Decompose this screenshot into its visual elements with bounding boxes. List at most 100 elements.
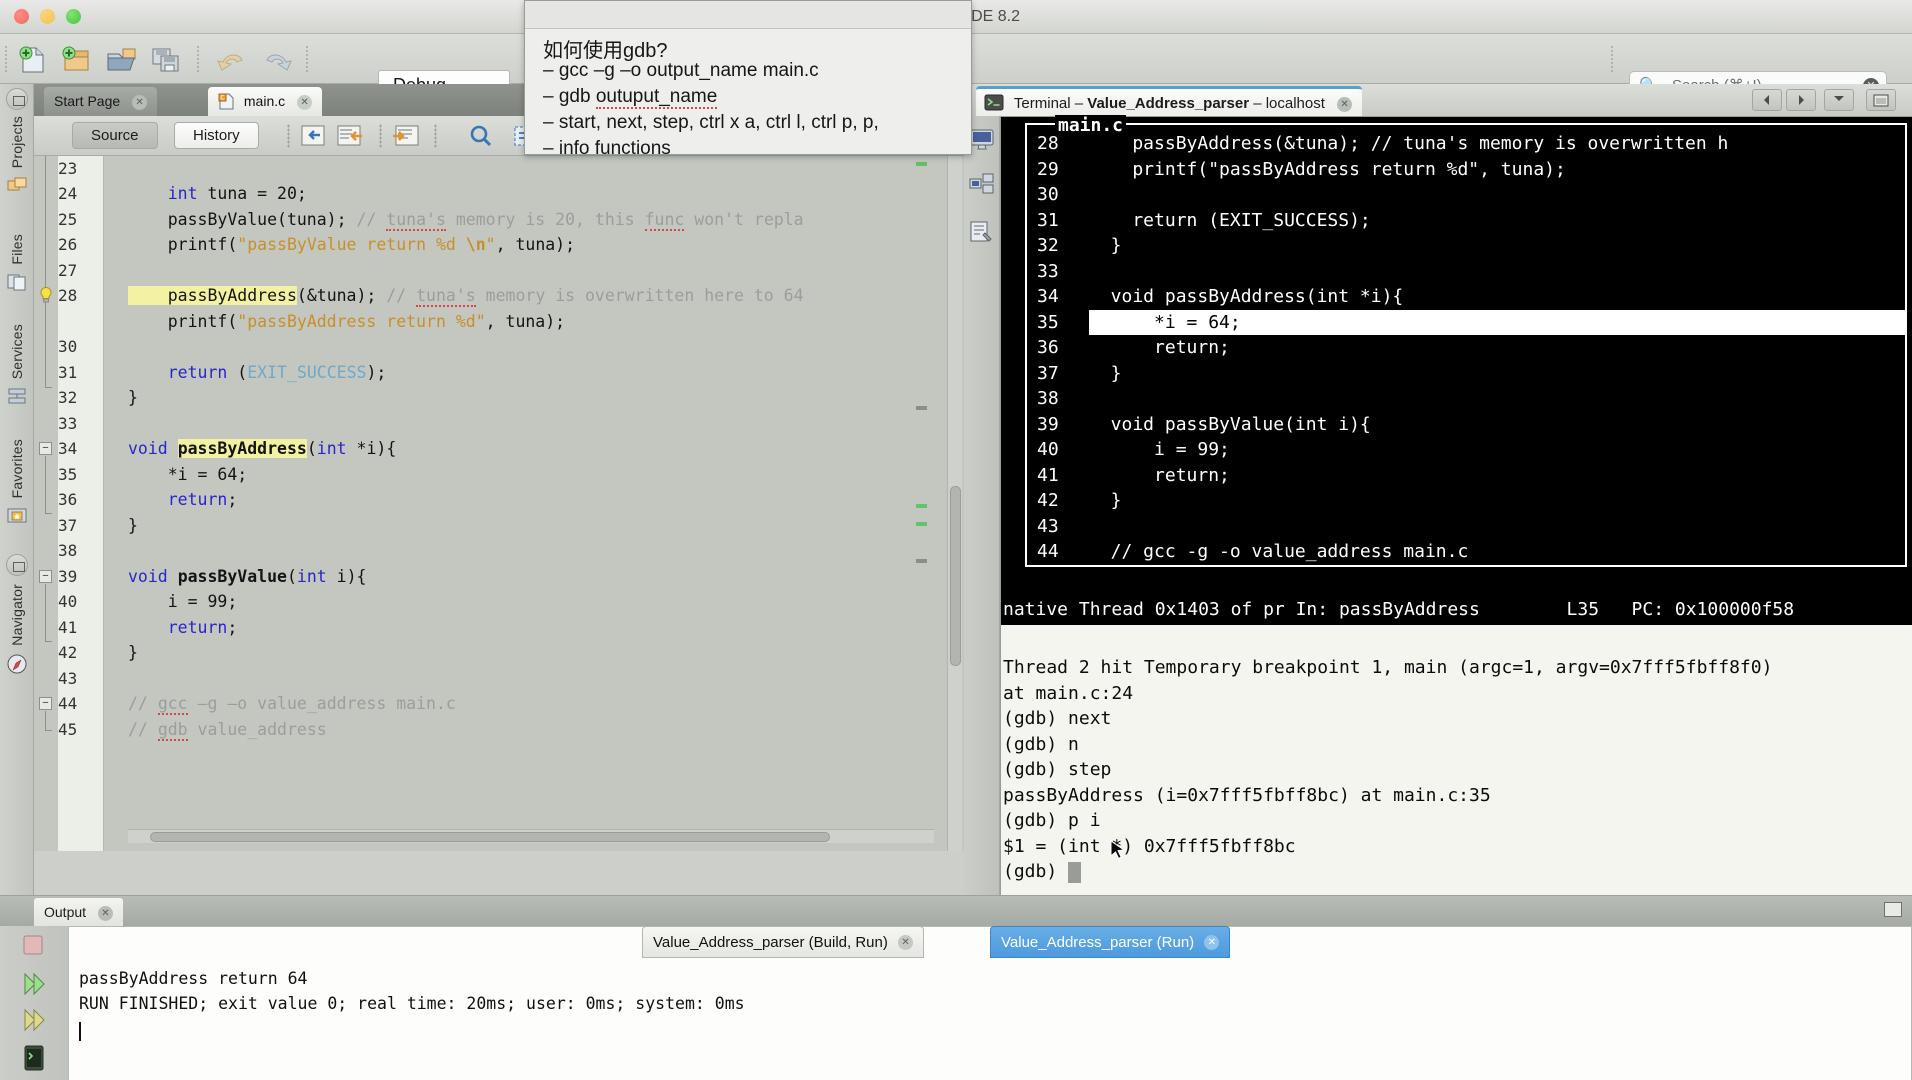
code-text-area[interactable]: int tuna = 20; passByValue(tuna); // tun… <box>128 156 934 851</box>
pin-icon <box>6 88 28 110</box>
close-icon[interactable]: ✕ <box>898 935 914 950</box>
sidebar-item-projects[interactable]: Projects <box>0 116 34 195</box>
output-tab[interactable]: Output ✕ <box>34 898 123 926</box>
scrollbar-thumb[interactable] <box>150 832 830 842</box>
toolbar-grip-4[interactable] <box>1610 45 1614 73</box>
line-number: 35 <box>58 465 78 484</box>
note-title: 如何使用gdb? <box>543 40 668 62</box>
close-icon[interactable]: ✕ <box>297 95 313 110</box>
next-arrow-icon[interactable] <box>1786 89 1816 111</box>
close-icon[interactable]: ✕ <box>1337 97 1353 112</box>
gdb-status-line: native Thread 0x1403 of pr In: passByAdd… <box>1001 595 1912 625</box>
output-side-rail <box>0 926 68 1080</box>
terminal-out-icon[interactable] <box>18 1044 50 1072</box>
redo-icon[interactable] <box>258 44 296 76</box>
services-icon <box>8 388 26 404</box>
monitor-icon[interactable] <box>969 128 995 152</box>
maximize-icon[interactable] <box>1884 902 1902 917</box>
find-selection-icon[interactable] <box>464 122 498 150</box>
annotation-marker <box>916 504 927 508</box>
line-number: 40 <box>58 592 78 611</box>
code-editor[interactable]: int tuna = 20; passByValue(tuna); // tun… <box>34 156 964 851</box>
sidebar-item-navigator[interactable]: Navigator <box>0 584 34 675</box>
projects-pin-button[interactable] <box>0 88 34 110</box>
note-line-4: – info functions <box>543 138 671 159</box>
fold-toggle[interactable]: − <box>39 570 52 583</box>
tab-history[interactable]: History <box>174 122 259 149</box>
gdb-source-line-number: 30 <box>1037 184 1059 205</box>
toolbar-grip[interactable] <box>4 45 8 73</box>
back-icon[interactable] <box>334 122 368 150</box>
close-icon[interactable]: ✕ <box>97 906 113 921</box>
forward-icon[interactable] <box>390 122 424 150</box>
sidebar-item-services[interactable]: Services <box>0 324 34 406</box>
terminal-tab-strip: Terminal – Value_Address_parser – localh… <box>964 84 1912 116</box>
gdb-tui-panel: main.c > 28 passByAddress(&tuna); // tun… <box>1001 115 1912 625</box>
navigator-icon <box>7 654 27 674</box>
maximize-icon[interactable] <box>1866 89 1896 111</box>
editor-vertical-scrollbar[interactable] <box>947 156 962 851</box>
glyph-margin[interactable] <box>104 156 128 851</box>
tab-source[interactable]: Source <box>72 122 158 149</box>
gdb-source-line-text: passByAddress(&tuna); // tuna's memory i… <box>1089 133 1729 154</box>
open-project-icon[interactable] <box>103 44 141 76</box>
new-project-icon[interactable] <box>58 44 96 76</box>
code-line: } <box>128 643 138 662</box>
output-body[interactable]: Value_Address_parser (Build, Run) ✕ Valu… <box>68 926 1912 1080</box>
last-edit-icon[interactable] <box>298 122 332 150</box>
network-icon[interactable] <box>969 172 995 196</box>
gdb-console-output[interactable]: Thread 2 hit Temporary breakpoint 1, mai… <box>1001 625 1912 896</box>
new-file-icon[interactable] <box>14 44 52 76</box>
navigator-pin-button[interactable] <box>0 554 34 576</box>
gdb-source-line: 28 passByAddress(&tuna); // tuna's memor… <box>1027 131 1905 157</box>
undo-icon[interactable] <box>213 44 251 76</box>
rerun-icon[interactable] <box>18 970 50 998</box>
close-icon[interactable]: ✕ <box>132 95 148 110</box>
gdb-source-line-text: void passByAddress(int *i){ <box>1089 286 1404 307</box>
stop-icon[interactable] <box>18 932 50 960</box>
prev-arrow-icon[interactable] <box>1752 89 1782 111</box>
toolbar-grip-3[interactable] <box>305 45 309 73</box>
scrollbar-thumb[interactable] <box>950 486 961 666</box>
code-line: int tuna = 20; <box>167 184 307 203</box>
toolbar-separator-2 <box>379 124 382 148</box>
code-line: printf("passByAddress return %d", tuna); <box>128 312 566 331</box>
gdb-source-line: 36 return; <box>1027 335 1905 361</box>
gdb-source-line-text: return; <box>1089 464 1230 486</box>
error-strip[interactable] <box>916 156 946 851</box>
editor-tab-label: main.c <box>243 93 286 109</box>
editor-tab-start-page[interactable]: Start Page ✕ <box>44 87 158 116</box>
output-subtab-build-run[interactable]: Value_Address_parser (Build, Run) ✕ <box>642 926 925 958</box>
gdb-source-line: 33 <box>1027 259 1905 285</box>
output-subtab-label: Value_Address_parser (Run) <box>1001 934 1195 951</box>
terminal-body[interactable]: main.c > 28 passByAddress(&tuna); // tun… <box>1000 115 1912 896</box>
toolbar-separator-3 <box>434 124 437 148</box>
gdb-source-line-text: return (EXIT_SUCCESS); <box>1089 209 1371 231</box>
line-number: 26 <box>58 235 78 254</box>
editor-horizontal-scrollbar[interactable] <box>128 829 934 843</box>
save-all-icon[interactable] <box>148 44 186 76</box>
fold-end <box>45 730 52 731</box>
editor-tab-main-c[interactable]: C main.c ✕ <box>208 87 323 116</box>
sidebar-item-files[interactable]: Files <box>0 234 34 292</box>
close-icon[interactable]: ✕ <box>1204 935 1220 950</box>
code-line: i = 99; <box>128 592 238 611</box>
code-line: void passByAddress(int *i){ <box>128 439 397 458</box>
terminal-tab[interactable]: Terminal – Value_Address_parser – localh… <box>976 86 1363 116</box>
toolbar-grip-2[interactable] <box>196 45 200 73</box>
lightbulb-icon[interactable] <box>37 286 55 304</box>
sidebar-item-label: Favorites <box>9 439 25 499</box>
sidebar-item-favorites[interactable]: Favorites <box>0 439 34 525</box>
line-number: 41 <box>58 618 78 637</box>
properties-icon[interactable] <box>969 220 995 244</box>
gdb-source-line-number: 44 <box>1037 541 1059 562</box>
gdb-usage-note-popup[interactable]: 如何使用gdb? – gcc –g –o output_name main.c … <box>524 0 972 159</box>
fold-toggle[interactable]: − <box>39 697 52 710</box>
output-subtab-run[interactable]: Value_Address_parser (Run) ✕ <box>990 926 1231 958</box>
gdb-source-line-text: i = 99; <box>1089 439 1230 460</box>
rerun-alt-icon[interactable] <box>18 1006 50 1034</box>
fold-line <box>45 456 46 514</box>
gdb-source-line-number: 39 <box>1037 413 1059 435</box>
fold-toggle[interactable]: − <box>39 442 52 455</box>
dropdown-arrow-icon[interactable] <box>1824 89 1854 111</box>
